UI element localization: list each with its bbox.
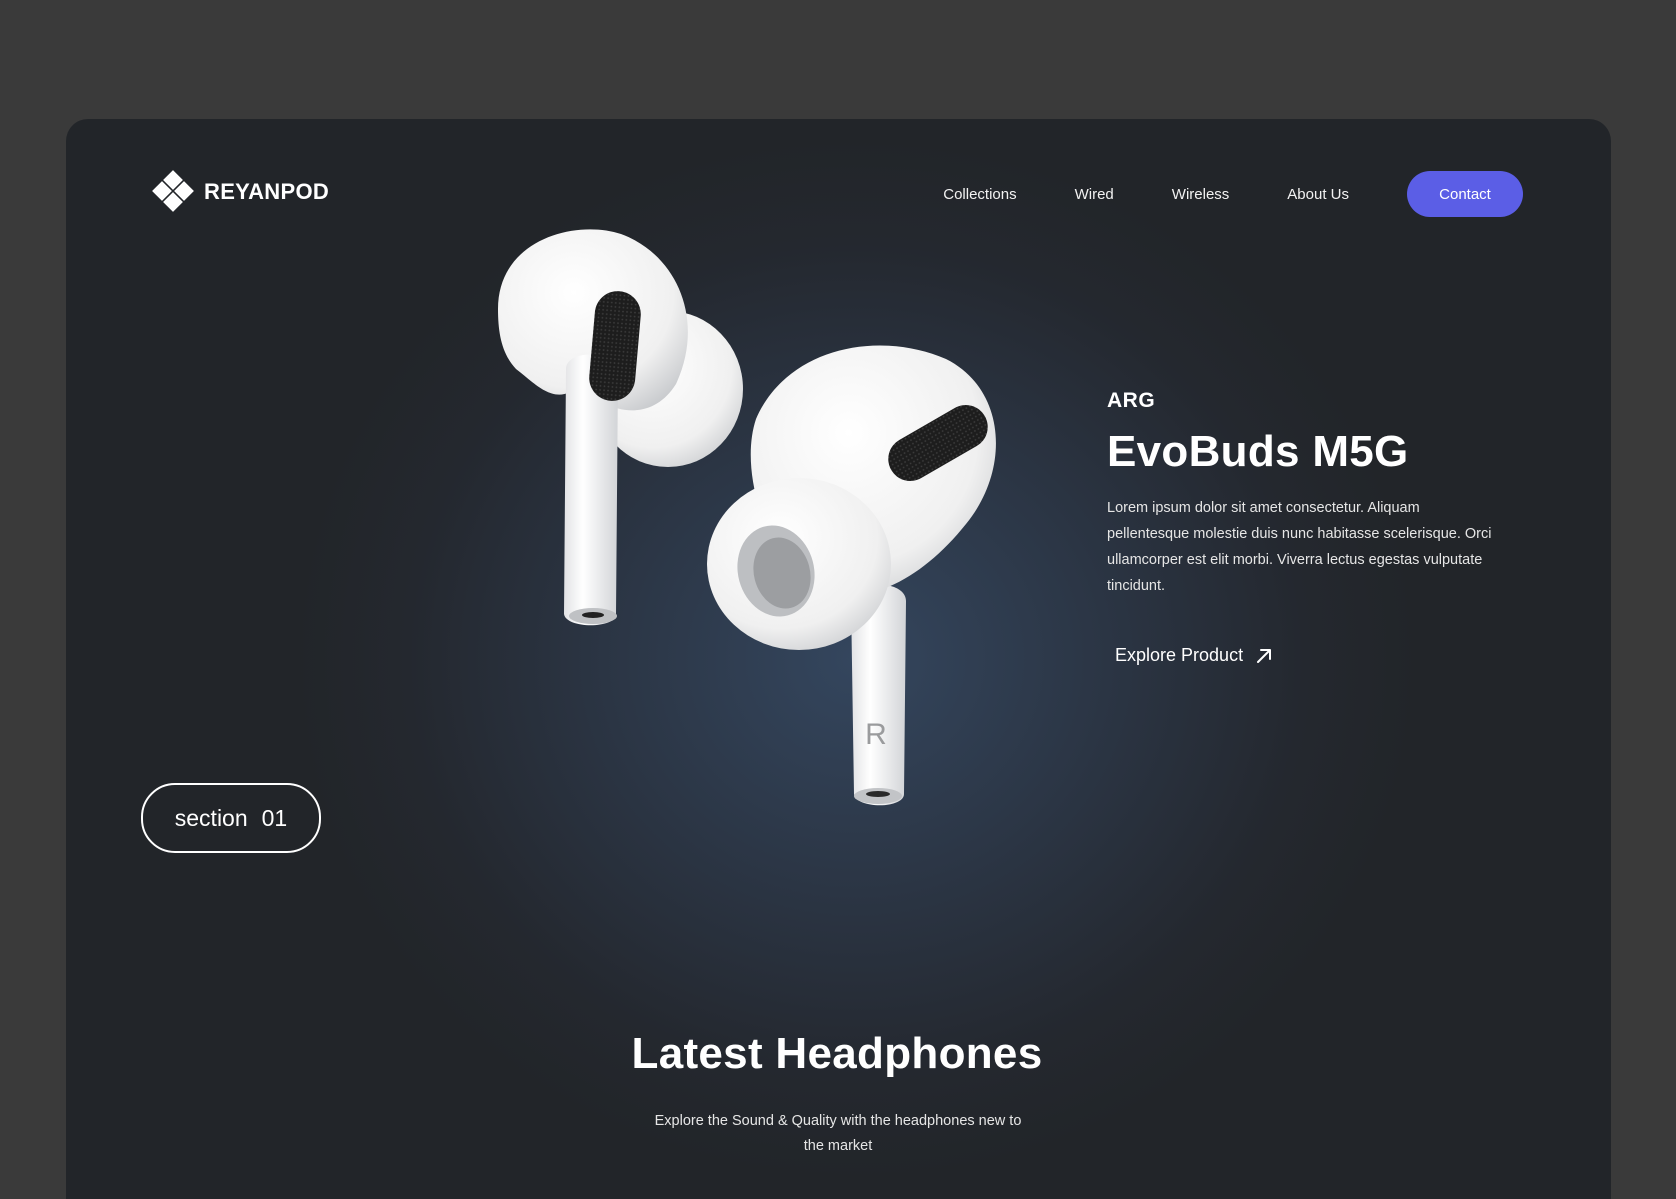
hero-text: ARG EvoBuds M5G Lorem ipsum dolor sit am… (1107, 389, 1507, 666)
explore-product-link[interactable]: Explore Product (1115, 645, 1507, 666)
section-badge: section 01 (141, 783, 321, 853)
nav-wireless[interactable]: Wireless (1172, 186, 1230, 203)
page-frame: REYANPOD Collections Wired Wireless Abou… (66, 119, 1611, 1199)
section-number: 01 (261, 804, 288, 831)
right-earbud: R (707, 345, 996, 806)
earbud-r-mark: R (865, 718, 887, 751)
nav-about-us[interactable]: About Us (1287, 186, 1349, 203)
section-title: Latest Headphones (631, 1029, 1043, 1078)
product-description: Lorem ipsum dolor sit amet consectetur. … (1107, 500, 1492, 594)
explore-product-label: Explore Product (1115, 645, 1244, 665)
brand-name: REYANPOD (204, 179, 330, 204)
contact-button[interactable]: Contact (1407, 171, 1523, 217)
section-label: section (174, 804, 248, 831)
latest-headphones-section: Latest Headphones Explore the Sound & Qu… (66, 1029, 1611, 1159)
left-earbud (498, 229, 743, 626)
earbuds-product-image: R (498, 229, 996, 806)
section-subtitle: Explore the Sound & Quality with the hea… (654, 1113, 1022, 1154)
diamond-grid-icon (152, 170, 194, 213)
arrow-up-right-icon (1257, 648, 1272, 663)
product-brand: ARG (1107, 389, 1156, 412)
nav-collections[interactable]: Collections (943, 186, 1016, 203)
nav-wired[interactable]: Wired (1075, 186, 1114, 203)
brand-logo[interactable]: REYANPOD (152, 170, 330, 213)
product-title: EvoBuds M5G (1107, 427, 1409, 476)
